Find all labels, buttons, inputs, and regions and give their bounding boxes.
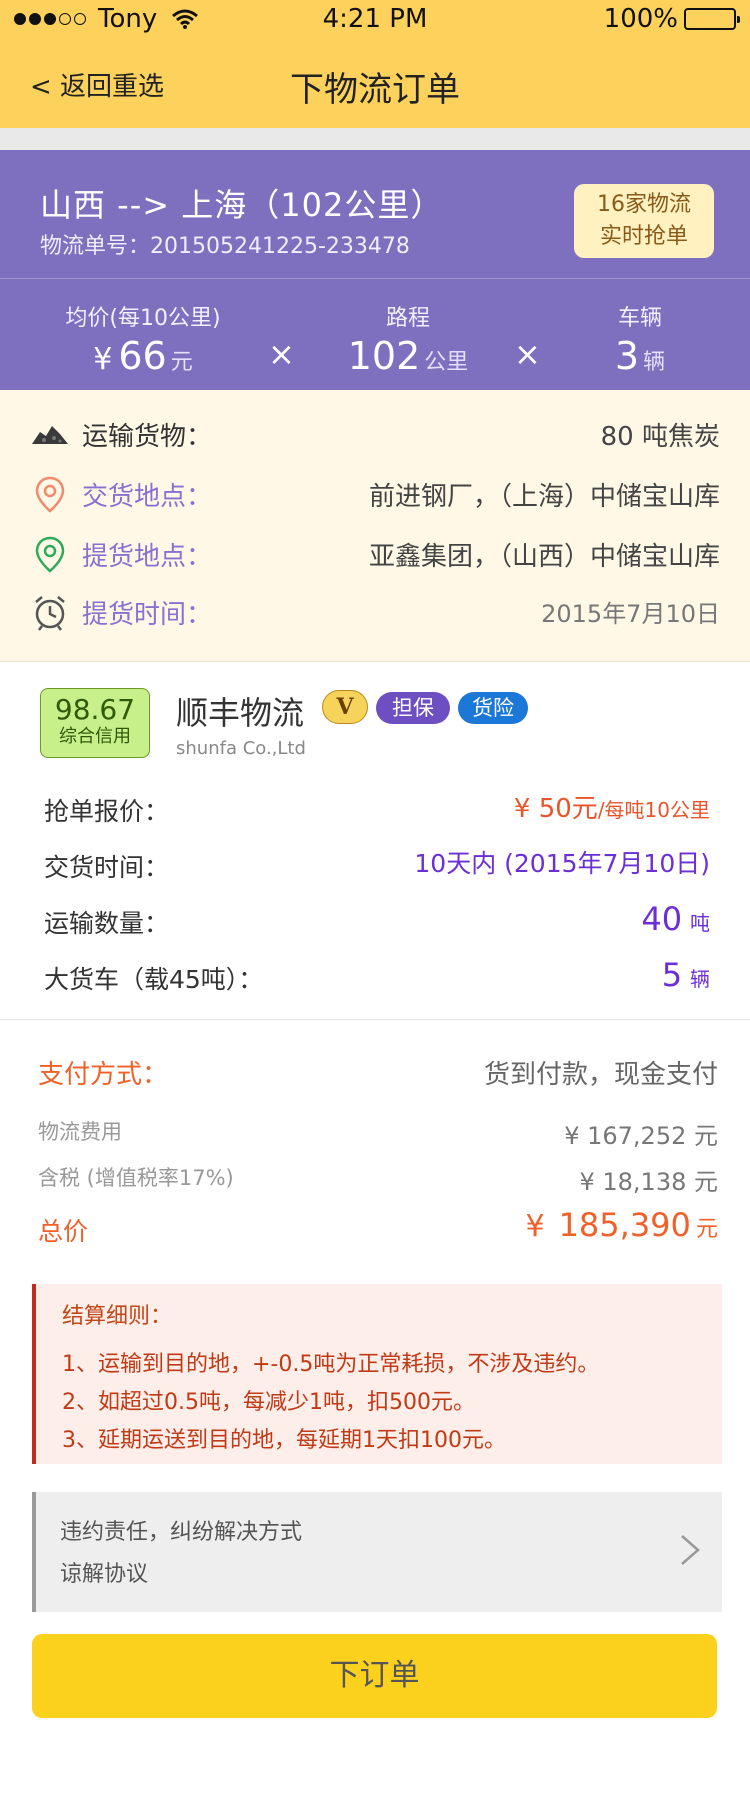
badge-line-1: 16家物流: [597, 192, 691, 217]
location-pin-icon: [35, 476, 65, 513]
quote-label: 抢单报价：: [44, 797, 170, 826]
quantity-label: 运输数量：: [44, 909, 170, 938]
cargo-info-panel: 运输货物： 80 吨焦炭 交货地点： 前进钢厂，（上海）中储宝山库 提货地点： …: [0, 390, 750, 662]
pickup-time-value: 2015年7月10日: [541, 600, 720, 628]
quote-row: 抢单报价： ¥ 50元/每吨10公里: [44, 786, 710, 830]
logistics-fee-row: 物流费用 ¥ 167,252 元: [38, 1116, 718, 1150]
route-divider: [0, 278, 750, 279]
coal-pile-icon: [32, 426, 68, 444]
multiply-icon: ×: [514, 335, 541, 373]
quantity-row: 运输数量： 40 吨: [44, 898, 710, 942]
order-number: 物流单号：201505241225-233478: [40, 234, 410, 259]
chevron-right-icon: [681, 1535, 700, 1565]
delivery-time-row: 交货时间： 10天内 (2015年7月10日): [44, 842, 710, 886]
badge-line-2: 实时抢单: [599, 224, 688, 249]
logistics-fee-label: 物流费用: [38, 1120, 122, 1144]
quantity-value: 40 吨: [641, 900, 710, 938]
tax-value: ¥ 18,138 元: [579, 1168, 718, 1196]
quote-value: ¥ 50元/每吨10公里: [513, 794, 710, 824]
avg-price-metric: 均价(每10公里) ¥66 元: [48, 300, 238, 378]
credit-score-badge: 98.67 综合信用: [40, 688, 150, 758]
rule-line: 1、运输到目的地，+-0.5吨为正常耗损，不涉及违约。: [62, 1352, 600, 1377]
settlement-rules: 结算细则： 1、运输到目的地，+-0.5吨为正常耗损，不涉及违约。 2、如超过0…: [32, 1284, 722, 1464]
battery-status: 100%: [603, 4, 740, 34]
delivery-location-row: 交货地点： 前进钢厂，（上海）中储宝山库: [30, 472, 720, 516]
company-name: 顺丰物流: [176, 694, 305, 732]
realtime-bid-badge[interactable]: 16家物流 实时抢单: [574, 184, 714, 258]
top-bar: Tony 4:21 PM 100% < 返回重选 下物流订单: [0, 0, 750, 128]
delivery-value: 前进钢厂，（上海）中储宝山库: [368, 482, 720, 512]
vehicles-value: 3辆: [614, 334, 666, 378]
tax-row: 含税 (增值税率17%) ¥ 18,138 元: [38, 1162, 718, 1196]
insurance-tag: 货险: [458, 692, 528, 724]
tax-label: 含税 (增值税率17%): [38, 1166, 234, 1190]
distance-value: 102 公里: [347, 334, 469, 378]
multiply-icon: ×: [268, 335, 295, 373]
rule-line: 3、延期运送到目的地，每延期1天扣100元。: [62, 1428, 506, 1453]
goods-value: 80 吨焦炭: [600, 422, 720, 452]
agreement-link[interactable]: 违约责任，纠纷解决方式 谅解协议: [32, 1492, 722, 1612]
distance-label: 路程: [385, 306, 430, 331]
payment-method-row: 支付方式： 货到付款，现金支付: [38, 1054, 718, 1094]
credit-score: 98.67: [54, 693, 136, 726]
place-order-button[interactable]: 下订单: [32, 1634, 717, 1718]
location-pin-icon: [35, 536, 65, 573]
company-name-english: shunfa Co.,Ltd: [176, 738, 306, 759]
truck-value: 5 辆: [661, 956, 710, 994]
avg-price-value: ¥66 元: [93, 334, 193, 378]
pickup-time-label: 提货时间：: [82, 600, 213, 630]
payment-section: 支付方式： 货到付款，现金支付 物流费用 ¥ 167,252 元 含税 (增值税…: [0, 1020, 750, 1260]
status-bar: Tony 4:21 PM 100%: [0, 0, 750, 40]
pickup-value: 亚鑫集团，（山西）中储宝山库: [368, 542, 720, 572]
pickup-time-row: 提货时间： 2015年7月10日: [30, 590, 720, 634]
agreement-line-1: 违约责任，纠纷解决方式: [60, 1520, 303, 1545]
delivery-time-value: 10天内 (2015年7月10日): [414, 849, 710, 878]
goods-label: 运输货物：: [82, 422, 213, 452]
truck-label: 大货车（载45吨）：: [44, 965, 264, 994]
truck-row: 大货车（载45吨）： 5 辆: [44, 954, 710, 998]
company-card: 98.67 综合信用 顺丰物流 V 担保 货险 shunfa Co.,Ltd 抢…: [0, 662, 750, 1020]
divider-strip: [0, 128, 750, 150]
total-label: 总价: [38, 1217, 89, 1246]
vehicles-metric: 车辆 3辆: [580, 300, 700, 378]
verified-v-icon: V: [322, 690, 368, 724]
total-value: ¥185,390 元: [525, 1206, 718, 1244]
total-row: 总价 ¥185,390 元: [38, 1206, 718, 1250]
alarm-clock-icon: [35, 596, 65, 631]
payment-method-value: 货到付款，现金支付: [483, 1060, 718, 1090]
route-card: 山西 --> 上海（102公里） 物流单号：201505241225-23347…: [0, 150, 750, 390]
delivery-label: 交货地点：: [82, 482, 213, 512]
battery-icon: [684, 8, 740, 30]
vehicles-label: 车辆: [617, 306, 662, 331]
battery-percent: 100%: [603, 4, 678, 34]
route-title: 山西 --> 上海（102公里）: [40, 186, 444, 224]
page-title: 下物流订单: [290, 70, 460, 110]
pickup-label: 提货地点：: [82, 542, 213, 572]
distance-metric: 路程 102 公里: [318, 300, 498, 378]
guarantee-tag: 担保: [376, 692, 450, 724]
rule-line: 2、如超过0.5吨，每减少1吨，扣500元。: [62, 1390, 475, 1415]
rules-title: 结算细则：: [62, 1304, 173, 1329]
delivery-time-label: 交货时间：: [44, 853, 170, 882]
avg-price-label: 均价(每10公里): [65, 306, 221, 331]
agreement-line-2: 谅解协议: [60, 1562, 149, 1587]
pickup-location-row: 提货地点： 亚鑫集团，（山西）中储宝山库: [30, 532, 720, 576]
cargo-goods-row: 运输货物： 80 吨焦炭: [30, 412, 720, 456]
payment-method-label: 支付方式：: [38, 1060, 169, 1090]
credit-label: 综合信用: [59, 726, 131, 747]
logistics-fee-value: ¥ 167,252 元: [564, 1122, 718, 1150]
